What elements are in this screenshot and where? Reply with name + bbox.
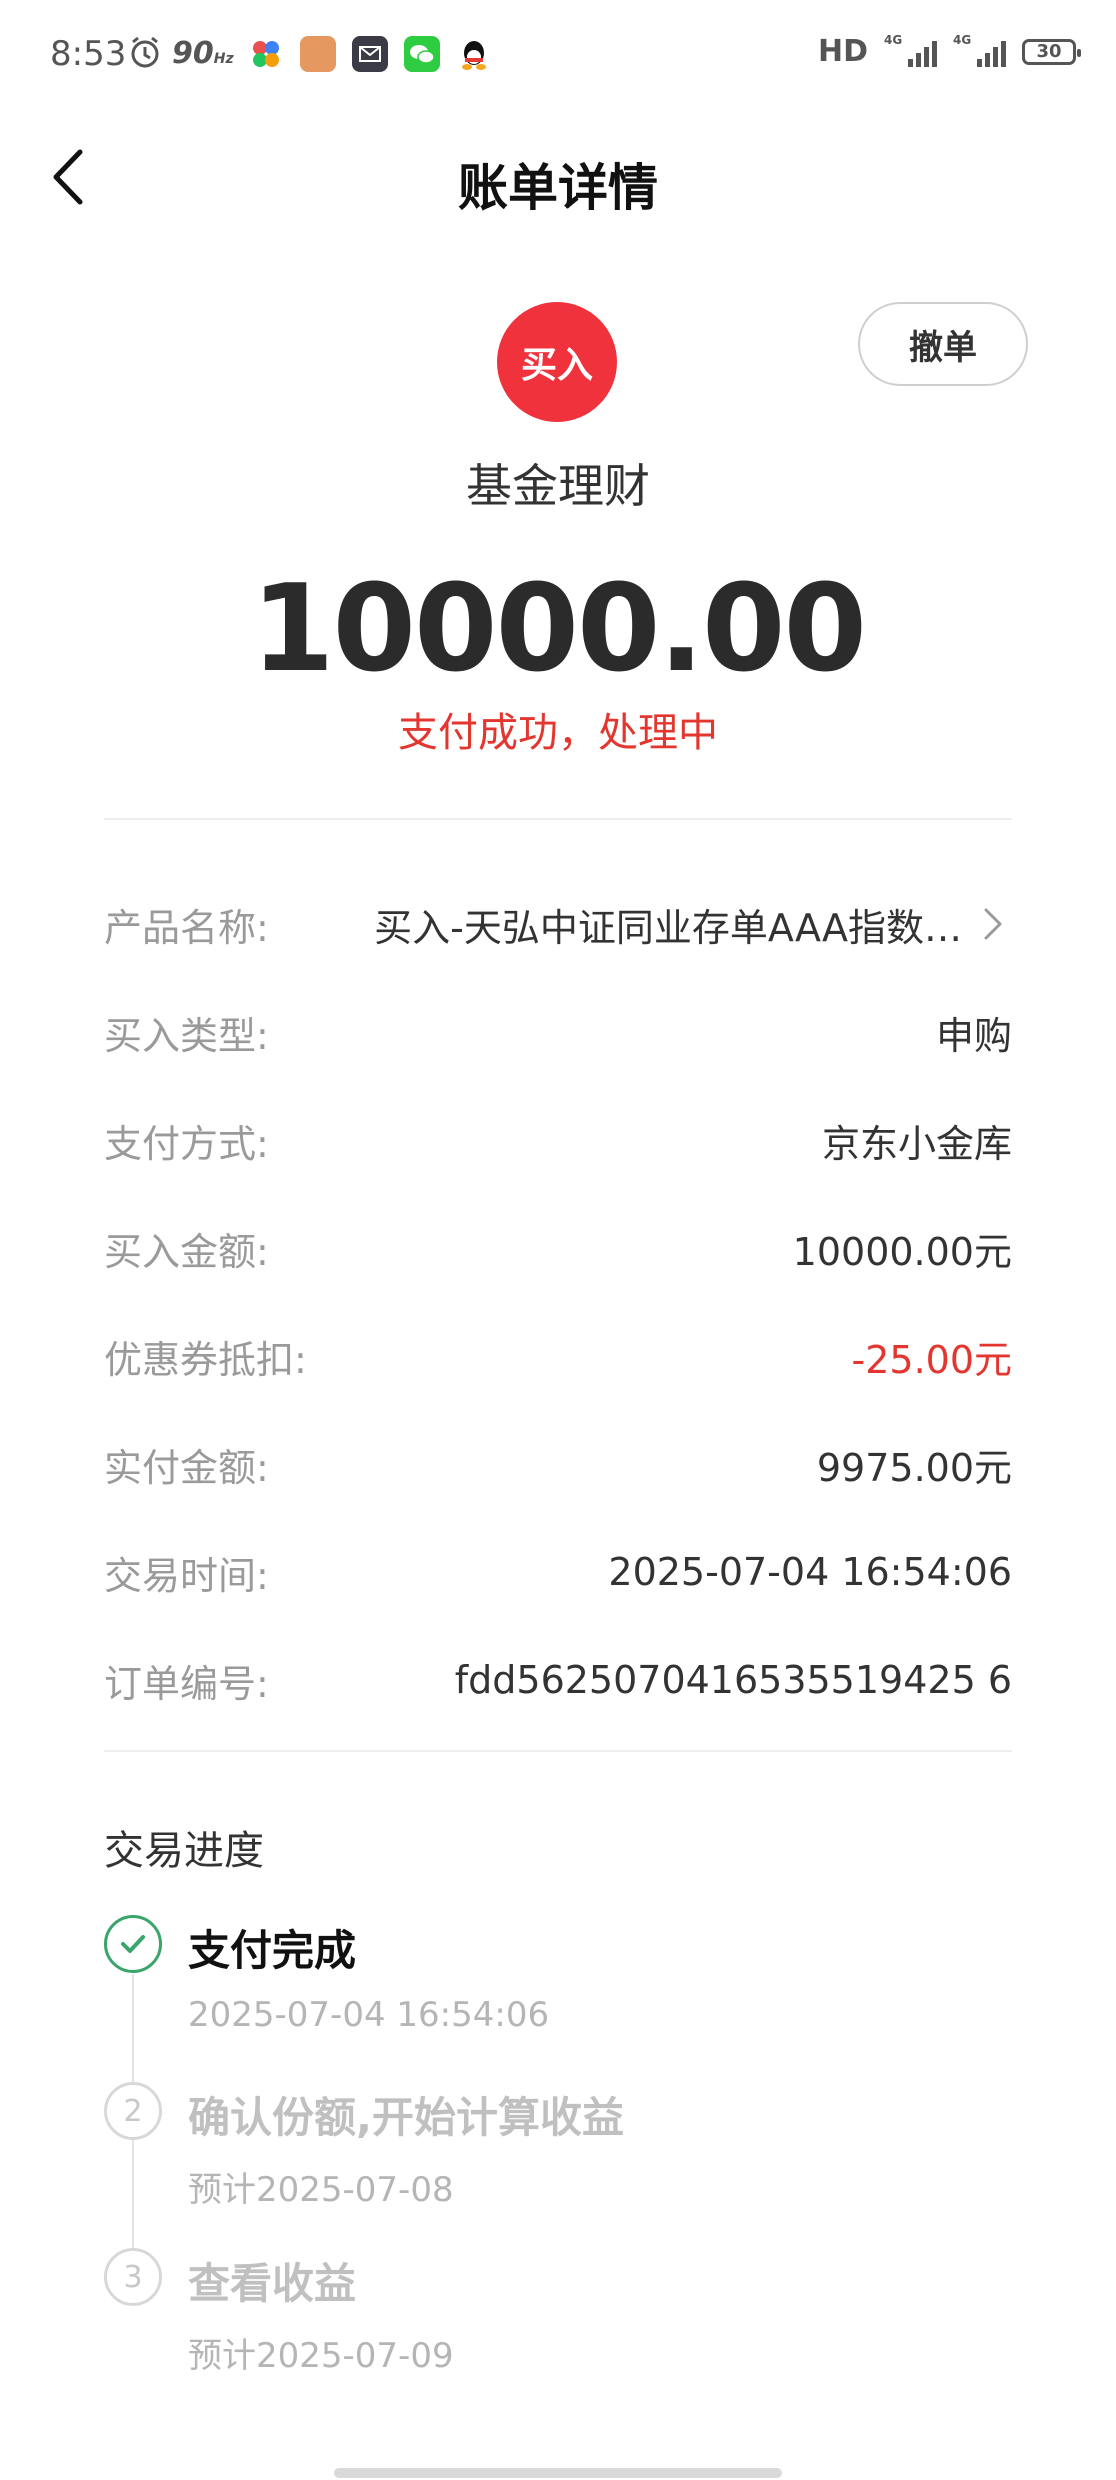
divider <box>104 818 1012 820</box>
step-subtitle: 2025-07-04 16:54:06 <box>188 1995 550 2035</box>
detail-label: 优惠券抵扣: <box>104 1337 307 1382</box>
step-title: 支付完成 <box>188 1926 357 1975</box>
detail-value: 京东小金库 <box>821 1121 1012 1166</box>
progress-title: 交易进度 <box>104 1828 264 1874</box>
signal-icon: 4G <box>953 33 1006 67</box>
status-time: 8:53 <box>50 34 127 74</box>
detail-row-payment-method: 支付方式: 京东小金库 <box>104 1086 1012 1194</box>
step-title: 确认份额,开始计算收益 <box>188 2093 624 2142</box>
bill-detail-page: 8:53 90Hz HD 4G 4G 30 账单详情 买入 撤单 基金理财 10… <box>0 0 1116 2480</box>
detail-value: 2025-07-04 16:54:06 <box>608 1550 1012 1594</box>
amount-display: 10000.00 <box>250 560 867 699</box>
hd-indicator: HD <box>817 34 868 69</box>
divider <box>104 1750 1012 1752</box>
signal-label-1: 4G <box>884 32 903 47</box>
alarm-icon <box>128 36 162 74</box>
detail-label: 买入金额: <box>104 1229 269 1274</box>
check-icon <box>104 1915 162 1973</box>
detail-label: 支付方式: <box>104 1121 269 1166</box>
detail-label: 实付金额: <box>104 1445 269 1490</box>
detail-label: 交易时间: <box>104 1553 269 1598</box>
detail-row-order-number: 订单编号: fdd5625070416535519425 6 <box>104 1626 1012 1734</box>
detail-row-product-name[interactable]: 产品名称: 买入-天弘中证同业存单AAA指数… <box>104 870 1012 978</box>
page-title: 账单详情 <box>458 159 658 217</box>
signal-icon: 4G <box>884 33 937 67</box>
signal-label-2: 4G <box>953 32 972 47</box>
step-subtitle: 预计2025-07-09 <box>188 2336 454 2376</box>
app-notification-icon-2 <box>300 36 336 72</box>
app-notification-icon-1 <box>248 36 284 72</box>
step-number: 3 <box>104 2248 162 2306</box>
status-bar: 8:53 90Hz HD 4G 4G 30 <box>0 0 1116 110</box>
refresh-rate-value: 90 <box>172 36 214 71</box>
detail-value: 10000.00元 <box>792 1229 1012 1274</box>
qq-notification-icon <box>456 36 492 72</box>
step-title: 查看收益 <box>188 2259 357 2308</box>
nav-bar: 账单详情 <box>0 120 1116 240</box>
status-right: HD 4G 4G 30 <box>817 33 1081 69</box>
detail-value: 买入-天弘中证同业存单AAA指数… <box>374 905 962 950</box>
detail-row-buy-type: 买入类型: 申购 <box>104 978 1012 1086</box>
detail-label: 产品名称: <box>104 905 269 950</box>
detail-label: 订单编号: <box>104 1661 269 1706</box>
detail-label: 买入类型: <box>104 1013 269 1058</box>
refresh-rate-unit: Hz <box>213 51 234 67</box>
detail-row-coupon-discount: 优惠券抵扣: -25.00元 <box>104 1302 1012 1410</box>
detail-row-buy-amount: 买入金额: 10000.00元 <box>104 1194 1012 1302</box>
chevron-right-icon <box>972 904 1012 944</box>
detail-row-trade-time: 交易时间: 2025-07-04 16:54:06 <box>104 1518 1012 1626</box>
category-label: 基金理财 <box>466 459 650 513</box>
battery-icon: 30 <box>1022 38 1081 65</box>
buy-type-badge: 买入 <box>497 302 617 422</box>
cancel-order-button[interactable]: 撤单 <box>858 302 1028 386</box>
mail-notification-icon <box>352 36 388 72</box>
detail-value: fdd5625070416535519425 6 <box>454 1658 1012 1702</box>
detail-value: 9975.00元 <box>816 1445 1012 1490</box>
step-subtitle: 预计2025-07-08 <box>188 2170 454 2210</box>
home-indicator[interactable] <box>334 2468 782 2478</box>
detail-row-actual-paid: 实付金额: 9975.00元 <box>104 1410 1012 1518</box>
payment-status: 支付成功，处理中 <box>398 710 718 756</box>
detail-value: 申购 <box>935 1013 1012 1058</box>
step-number: 2 <box>104 2082 162 2140</box>
wechat-notification-icon <box>404 36 440 72</box>
refresh-rate: 90Hz <box>172 36 234 71</box>
detail-value: -25.00元 <box>851 1337 1013 1382</box>
detail-list: 产品名称: 买入-天弘中证同业存单AAA指数… 买入类型: 申购 支付方式: 京… <box>104 870 1012 1734</box>
